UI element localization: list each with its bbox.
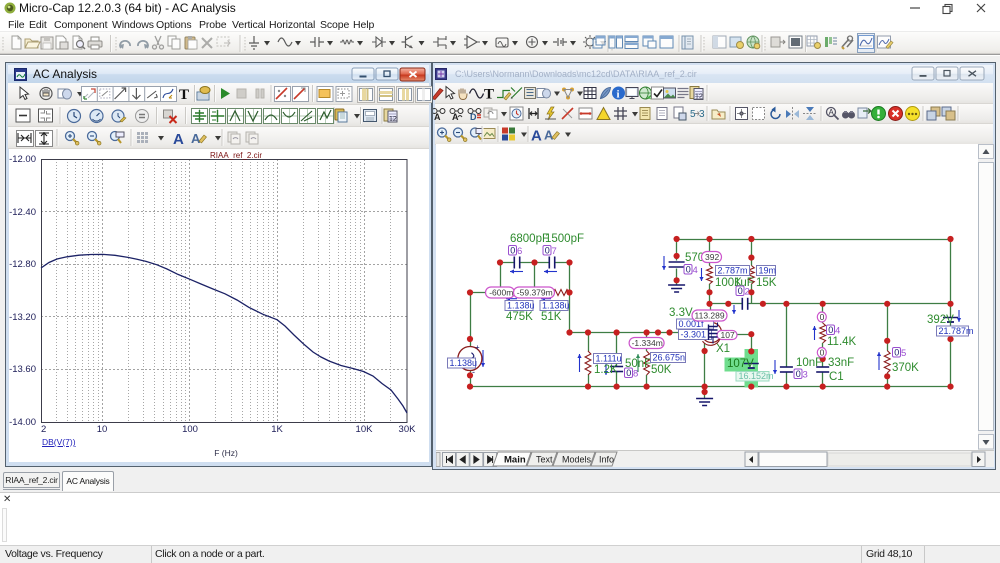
svg-text:392V: 392V [927, 314, 954, 326]
svg-text:3.3V: 3.3V [669, 307, 693, 319]
svg-text:16.152m: 16.152m [739, 371, 774, 381]
svg-text:107V: 107V [727, 358, 754, 370]
svg-text:-3.301: -3.301 [681, 330, 707, 340]
svg-text:4: 4 [835, 326, 840, 337]
svg-text:1500pF: 1500pF [545, 233, 584, 245]
svg-text:A: A [531, 128, 542, 145]
svg-text:Info: Info [599, 455, 614, 465]
svg-text:21.787m: 21.787m [939, 326, 974, 336]
svg-text:A: A [452, 112, 459, 122]
svg-text:0: 0 [828, 325, 833, 335]
svg-text:8: 8 [633, 369, 638, 380]
svg-text:X1: X1 [716, 343, 730, 355]
svg-text:0: 0 [738, 286, 743, 296]
svg-text:Models: Models [562, 455, 592, 465]
svg-text:1.138u: 1.138u [507, 301, 535, 311]
svg-text:2.787m: 2.787m [718, 266, 748, 276]
svg-text:1.138u: 1.138u [542, 301, 570, 311]
svg-text:2: 2 [745, 287, 750, 298]
svg-text:0: 0 [894, 348, 899, 358]
svg-text:4: 4 [693, 265, 698, 276]
svg-text:5: 5 [901, 348, 906, 359]
svg-text:0: 0 [626, 368, 631, 378]
svg-text:3: 3 [699, 109, 705, 120]
svg-text:0: 0 [545, 246, 550, 256]
svg-text:Main: Main [504, 455, 526, 466]
svg-text:C1: C1 [829, 371, 844, 383]
svg-text:-600m: -600m [489, 288, 513, 298]
svg-text:15K: 15K [756, 277, 777, 289]
svg-text:0: 0 [820, 348, 825, 358]
svg-text:1.138u: 1.138u [450, 358, 478, 368]
svg-text:A: A [829, 108, 835, 117]
svg-text:0: 0 [796, 369, 801, 379]
svg-text:392: 392 [705, 252, 719, 262]
svg-text:19m: 19m [759, 266, 777, 276]
svg-text:12: 12 [695, 94, 703, 101]
svg-text:107: 107 [721, 330, 735, 340]
svg-text:A: A [544, 128, 554, 143]
svg-text:7: 7 [552, 246, 557, 257]
svg-text:Text: Text [536, 455, 553, 465]
svg-text:0: 0 [686, 265, 691, 275]
svg-text:51K: 51K [541, 311, 562, 323]
svg-text:113.289: 113.289 [695, 311, 725, 321]
svg-text:475K: 475K [506, 311, 533, 323]
svg-text:6800pF: 6800pF [510, 233, 549, 245]
svg-text:T: T [484, 87, 494, 103]
svg-text:0: 0 [510, 246, 515, 256]
svg-text:A: A [434, 112, 441, 122]
svg-text:D: D [470, 112, 477, 122]
svg-text:i: i [617, 89, 620, 101]
svg-text:0: 0 [820, 312, 825, 322]
svg-text:+: + [475, 343, 480, 352]
svg-text:11.4K: 11.4K [827, 336, 857, 348]
svg-text:-59.379m: -59.379m [517, 288, 553, 298]
svg-text:6: 6 [517, 246, 522, 257]
svg-text:26.675n: 26.675n [653, 353, 686, 363]
svg-text:-1.334m: -1.334m [632, 338, 663, 348]
svg-text:5: 5 [690, 109, 696, 120]
svg-text:33nF: 33nF [828, 357, 854, 369]
svg-text:1.111u: 1.111u [596, 354, 622, 364]
svg-text:3: 3 [803, 370, 808, 381]
svg-text:370K: 370K [892, 362, 919, 374]
svg-text:10nF: 10nF [796, 357, 822, 369]
svg-text:50K: 50K [651, 364, 672, 376]
svg-text:1.2K: 1.2K [594, 364, 618, 376]
